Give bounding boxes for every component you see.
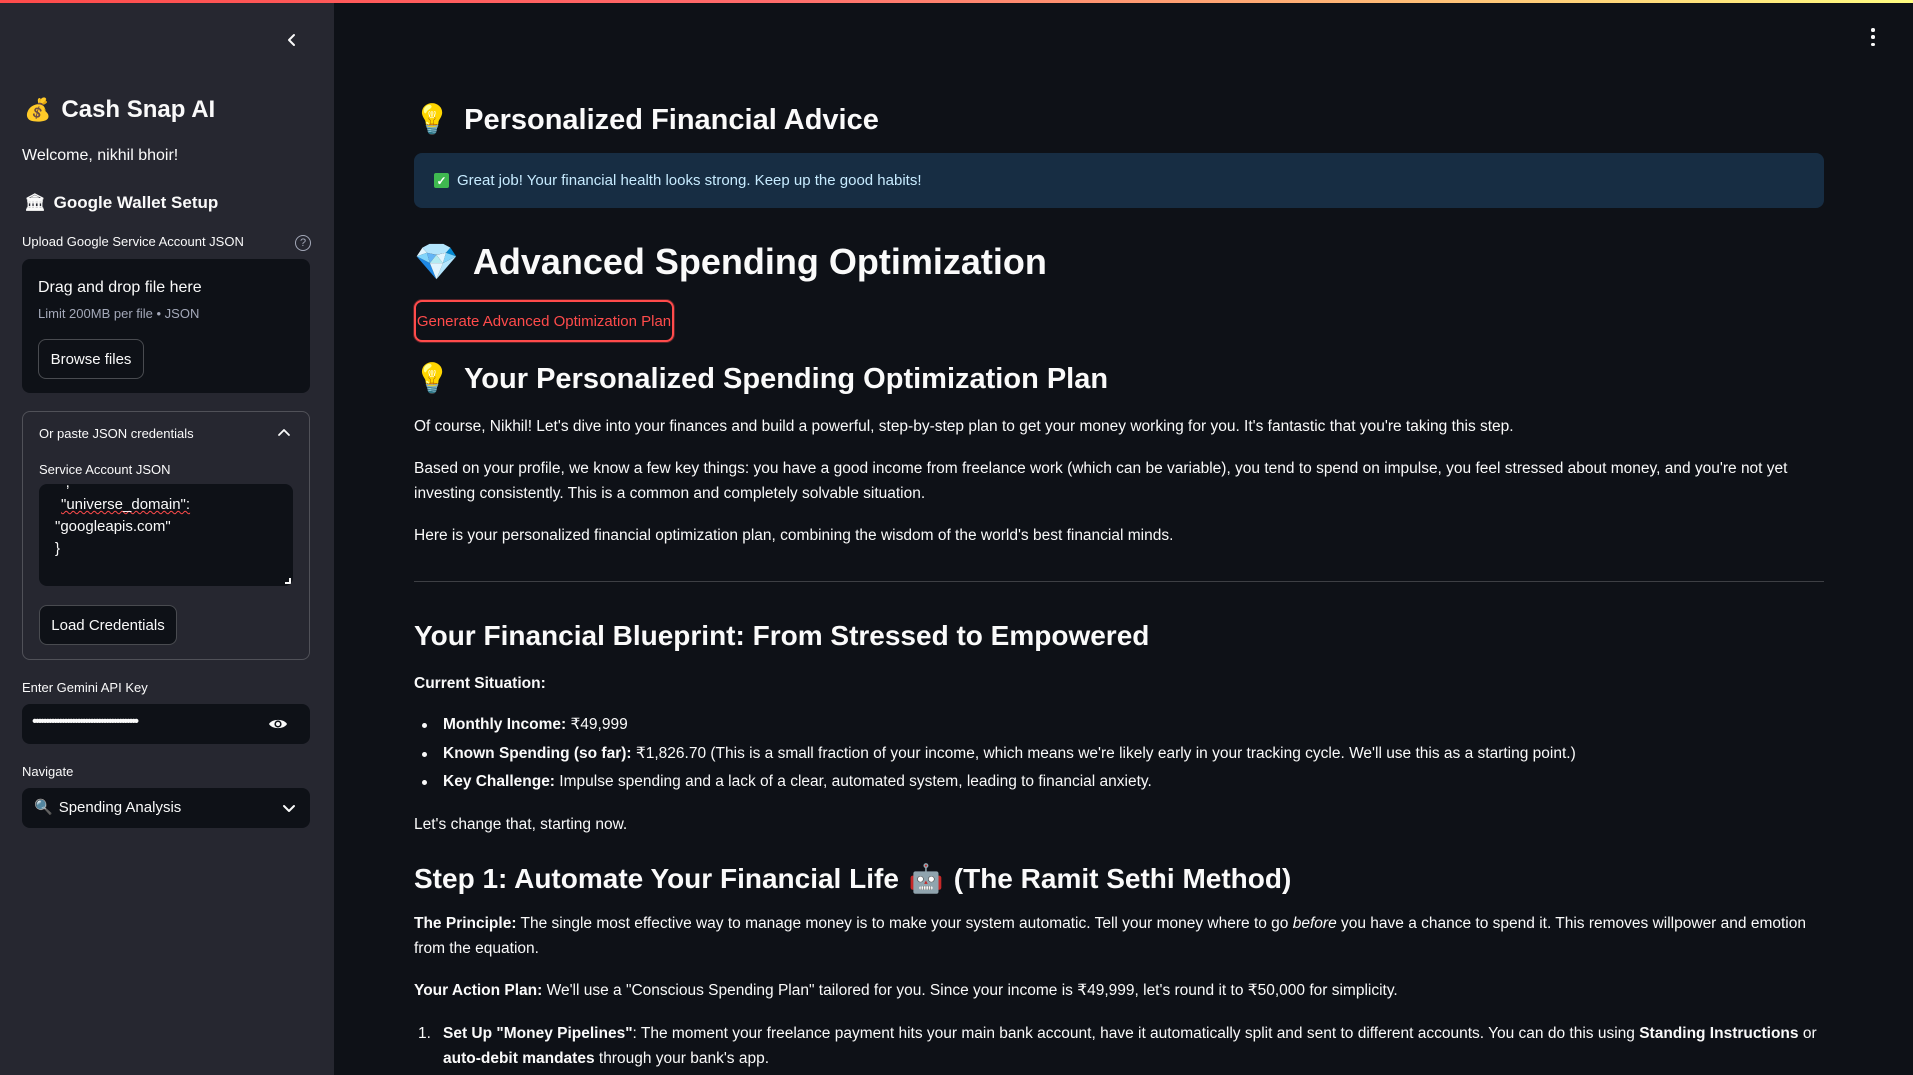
collapse-sidebar-button[interactable] <box>280 28 304 52</box>
textarea-line: "", <box>55 484 277 494</box>
advice-heading: 💡 Personalized Financial Advice <box>414 103 879 137</box>
api-key-value: •••••••••••••••••••••••••••••••••••••••• <box>32 713 139 730</box>
chevron-down-icon <box>283 805 295 812</box>
generate-plan-button[interactable]: Generate Advanced Optimization Plan <box>414 300 674 342</box>
api-key-label: Enter Gemini API Key <box>22 680 148 695</box>
navigate-selected: 🔍 Spending Analysis <box>34 798 182 817</box>
chevron-left-icon <box>288 34 295 46</box>
step1-heading-suffix: (The Ramit Sethi Method) <box>953 862 1292 894</box>
wallet-setup-heading-text: Google Wallet Setup <box>53 193 219 212</box>
list-item: Known Spending (so far): ₹1,826.70 (This… <box>414 740 1824 769</box>
robot-icon: 🤖 <box>908 863 944 894</box>
check-icon: ✓ <box>434 173 449 188</box>
eye-icon[interactable] <box>268 714 288 734</box>
money-bag-icon: 💰 <box>24 97 52 122</box>
ordered-list-item: 1. Set Up "Money Pipelines": The moment … <box>414 1021 1824 1071</box>
textarea-line: "googleapis.com" <box>55 518 171 535</box>
list-number: 1. <box>418 1025 431 1042</box>
lightbulb-icon: 💡 <box>414 104 451 136</box>
divider <box>414 581 1824 582</box>
navigate-selected-text: Spending Analysis <box>58 798 182 816</box>
service-account-textarea[interactable]: "", "universe_domain": "googleapis.com" … <box>39 484 293 586</box>
principle-paragraph: The Principle: The single most effective… <box>414 915 1806 957</box>
change-line: Let's change that, starting now. <box>414 816 628 833</box>
upload-label: Upload Google Service Account JSON <box>22 234 244 249</box>
load-credentials-button[interactable]: Load Credentials <box>39 605 177 645</box>
welcome-text: Welcome, nikhil bhoir! <box>22 147 179 164</box>
sidebar: 💰 Cash Snap AI Welcome, nikhil bhoir! 🏛 … <box>0 0 334 1075</box>
situation-list: Monthly Income: ₹49,999 Known Spending (… <box>414 711 1824 797</box>
list-item: Monthly Income: ₹49,999 <box>414 711 1824 740</box>
kebab-menu-icon[interactable] <box>1869 28 1877 46</box>
navigate-select[interactable]: 🔍 Spending Analysis <box>22 788 310 828</box>
intro-paragraph-1: Of course, Nikhil! Let's dive into your … <box>414 418 1514 435</box>
paste-json-expander: Or paste JSON credentials Service Accoun… <box>22 411 310 660</box>
textarea-line: "universe_domain": <box>61 496 191 513</box>
optimization-heading: 💎 Advanced Spending Optimization <box>414 241 1047 283</box>
resize-handle[interactable] <box>285 578 291 584</box>
advice-heading-text: Personalized Financial Advice <box>464 103 879 136</box>
dropzone-limit: Limit 200MB per file • JSON <box>38 306 200 321</box>
bank-icon: 🏛 <box>24 193 46 212</box>
optimization-heading-text: Advanced Spending Optimization <box>472 241 1047 282</box>
textarea-line: } <box>55 540 61 557</box>
expander-header[interactable]: Or paste JSON credentials <box>39 426 194 441</box>
step1-heading: Step 1: Automate Your Financial Life 🤖 (… <box>414 862 1291 895</box>
service-account-label: Service Account JSON <box>39 462 171 477</box>
wallet-setup-heading: 🏛 Google Wallet Setup <box>24 193 218 213</box>
blueprint-heading: Your Financial Blueprint: From Stressed … <box>414 620 1150 651</box>
file-dropzone[interactable]: Drag and drop file here Limit 200MB per … <box>22 259 310 393</box>
plan-heading: 💡 Your Personalized Spending Optimizatio… <box>414 362 1108 396</box>
list-item: Key Challenge: Impulse spending and a la… <box>414 768 1824 797</box>
action-plan-paragraph: Your Action Plan: We'll use a "Conscious… <box>414 982 1398 999</box>
success-message: Great job! Your financial health looks s… <box>457 172 922 189</box>
help-icon[interactable]: ? <box>295 235 311 251</box>
current-situation-label: Current Situation: <box>414 675 546 692</box>
app-title-text: Cash Snap AI <box>61 96 216 123</box>
app-title: 💰 Cash Snap AI <box>24 96 215 124</box>
lightbulb-icon: 💡 <box>414 363 451 395</box>
dropzone-title: Drag and drop file here <box>38 279 202 296</box>
api-key-input[interactable]: •••••••••••••••••••••••••••••••••••••••• <box>22 704 310 744</box>
plan-heading-text: Your Personalized Spending Optimization … <box>464 362 1109 395</box>
success-alert: ✓ Great job! Your financial health looks… <box>414 153 1824 208</box>
navigate-label: Navigate <box>22 764 74 779</box>
step1-heading-text: Step 1: Automate Your Financial Life <box>414 862 899 894</box>
magnifier-icon: 🔍 <box>34 799 53 816</box>
chevron-up-icon[interactable] <box>277 426 291 440</box>
main-content: 💡 Personalized Financial Advice ✓ Great … <box>334 0 1913 1075</box>
browse-files-button[interactable]: Browse files <box>38 339 144 379</box>
top-decoration-bar <box>0 0 1913 3</box>
intro-paragraph-2: Based on your profile, we know a few key… <box>414 460 1788 502</box>
gem-icon: 💎 <box>414 241 459 282</box>
intro-paragraph-3: Here is your personalized financial opti… <box>414 527 1174 544</box>
